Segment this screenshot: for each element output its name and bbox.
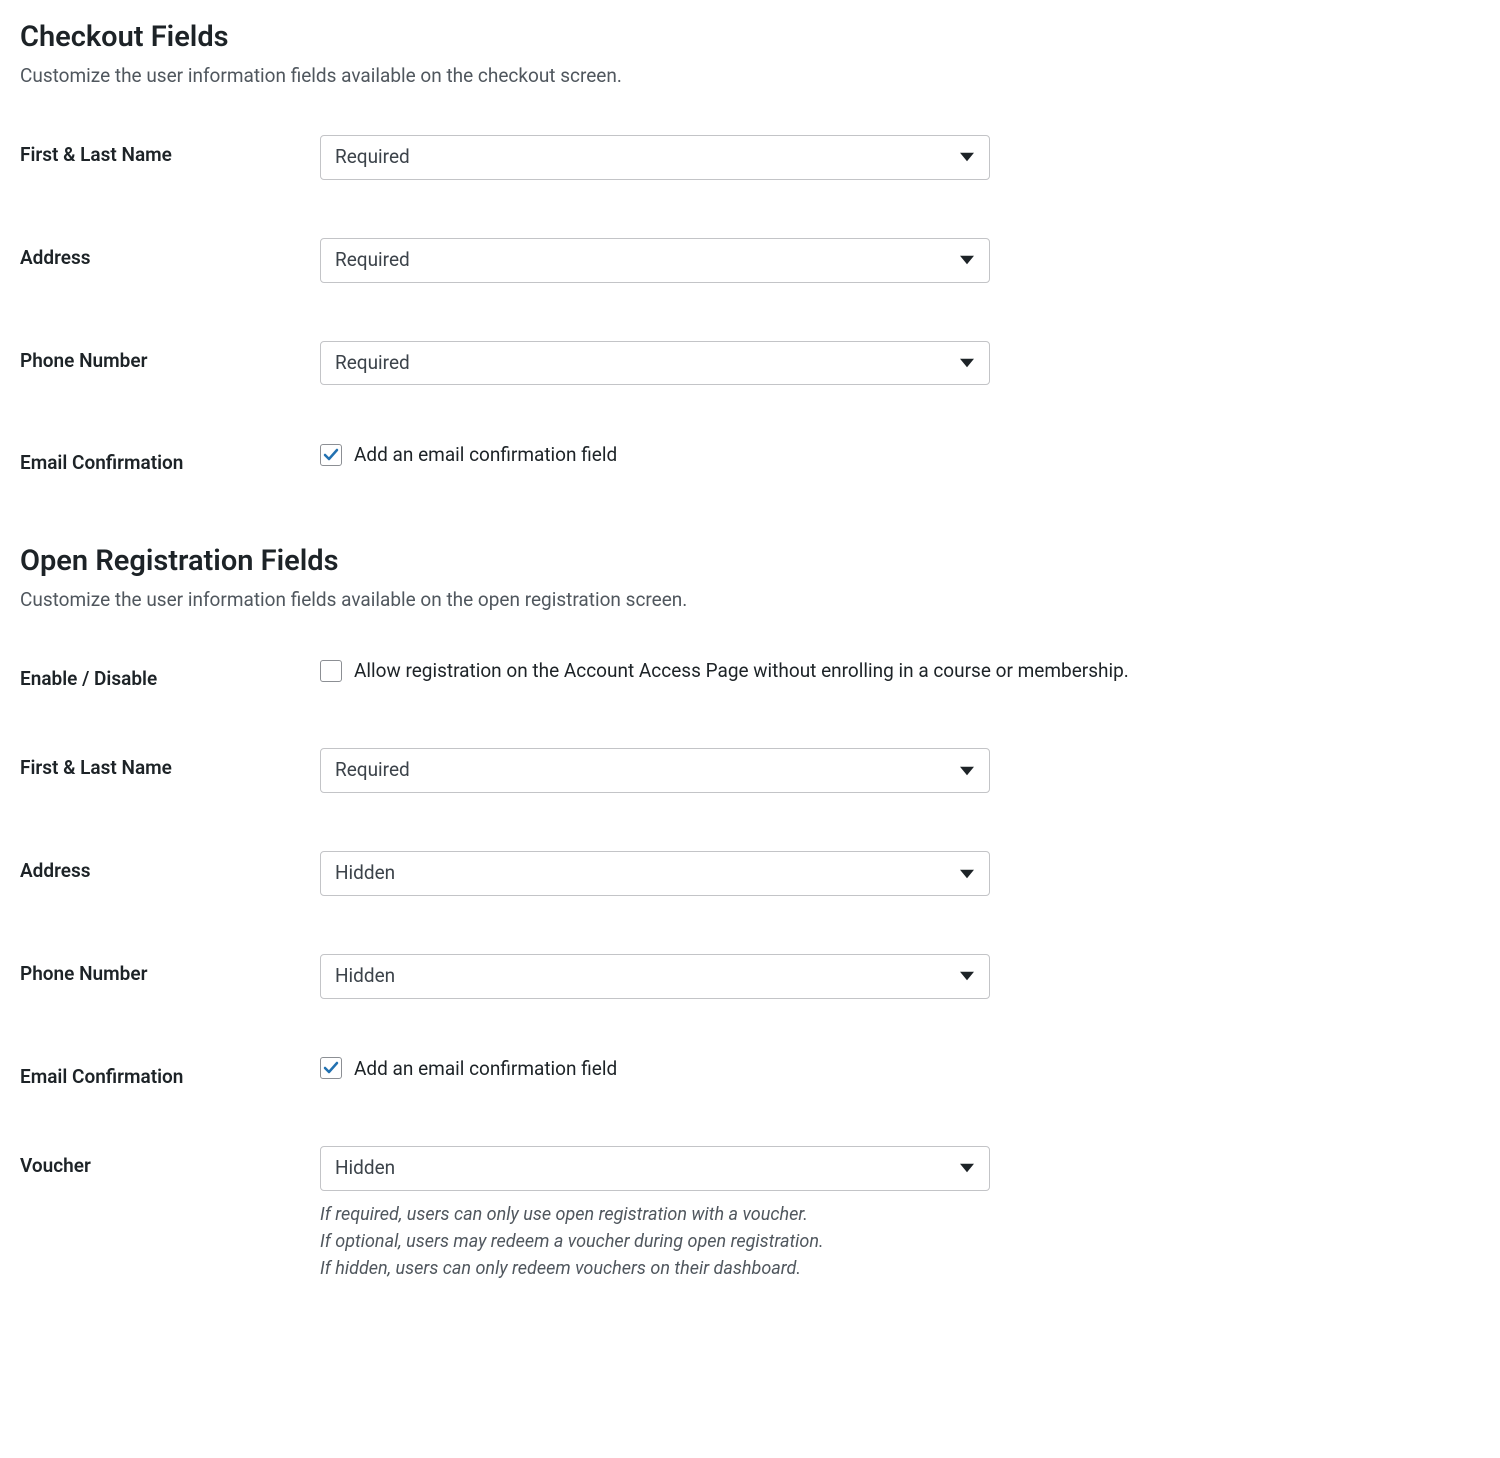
email-confirmation-checkbox-label: Add an email confirmation field xyxy=(354,443,617,466)
voucher-help-text: If required, users can only use open reg… xyxy=(320,1201,990,1282)
checkout-first-last-name-row: First & Last Name Required xyxy=(20,135,1480,180)
voucher-help-line: If required, users can only use open reg… xyxy=(320,1201,990,1228)
reg-phone-select[interactable]: Hidden xyxy=(320,954,990,999)
open-registration-title: Open Registration Fields xyxy=(20,544,1480,578)
enable-disable-label: Enable / Disable xyxy=(20,659,320,690)
reg-address-row: Address Hidden xyxy=(20,851,1480,896)
checkout-email-confirmation-row: Email Confirmation Add an email confirma… xyxy=(20,443,1480,474)
enable-disable-row: Enable / Disable Allow registration on t… xyxy=(20,659,1480,690)
voucher-select[interactable]: Hidden xyxy=(320,1146,990,1191)
checkout-description: Customize the user information fields av… xyxy=(20,64,1480,87)
reg-first-last-name-label: First & Last Name xyxy=(20,748,320,779)
first-last-name-select[interactable]: Required xyxy=(320,135,990,180)
address-label: Address xyxy=(20,238,320,269)
address-select[interactable]: Required xyxy=(320,238,990,283)
reg-phone-label: Phone Number xyxy=(20,954,320,985)
checkout-phone-row: Phone Number Required xyxy=(20,341,1480,386)
reg-first-last-name-select[interactable]: Required xyxy=(320,748,990,793)
checkout-fields-section: Checkout Fields Customize the user infor… xyxy=(20,20,1480,474)
reg-first-last-name-row: First & Last Name Required xyxy=(20,748,1480,793)
phone-select[interactable]: Required xyxy=(320,341,990,386)
email-confirmation-checkbox[interactable] xyxy=(320,444,342,466)
reg-email-confirmation-checkbox-label: Add an email confirmation field xyxy=(354,1057,617,1080)
reg-address-label: Address xyxy=(20,851,320,882)
first-last-name-label: First & Last Name xyxy=(20,135,320,166)
reg-address-select[interactable]: Hidden xyxy=(320,851,990,896)
enable-disable-checkbox[interactable] xyxy=(320,660,342,682)
voucher-row: Voucher Hidden If required, users can on… xyxy=(20,1146,1480,1282)
voucher-help-line: If hidden, users can only redeem voucher… xyxy=(320,1255,990,1282)
checkout-title: Checkout Fields xyxy=(20,20,1480,54)
phone-label: Phone Number xyxy=(20,341,320,372)
voucher-label: Voucher xyxy=(20,1146,320,1177)
reg-email-confirmation-row: Email Confirmation Add an email confirma… xyxy=(20,1057,1480,1088)
voucher-help-line: If optional, users may redeem a voucher … xyxy=(320,1228,990,1255)
enable-disable-checkbox-label: Allow registration on the Account Access… xyxy=(354,659,1129,682)
reg-phone-row: Phone Number Hidden xyxy=(20,954,1480,999)
email-confirmation-label: Email Confirmation xyxy=(20,443,320,474)
reg-email-confirmation-checkbox[interactable] xyxy=(320,1057,342,1079)
reg-email-confirmation-label: Email Confirmation xyxy=(20,1057,320,1088)
checkout-address-row: Address Required xyxy=(20,238,1480,283)
open-registration-description: Customize the user information fields av… xyxy=(20,588,1480,611)
open-registration-section: Open Registration Fields Customize the u… xyxy=(20,544,1480,1281)
